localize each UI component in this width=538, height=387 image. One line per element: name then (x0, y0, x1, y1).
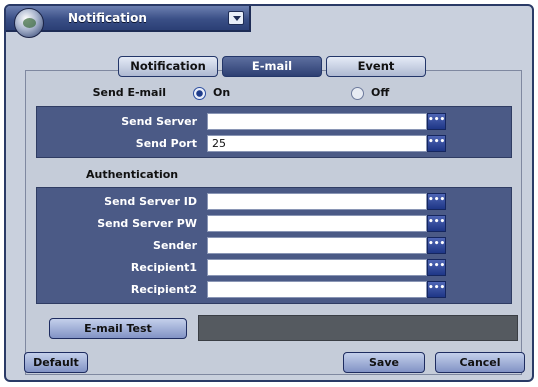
send-server-label: Send Server (121, 115, 197, 128)
default-button[interactable]: Default (24, 352, 88, 373)
sender-keyboard-button[interactable]: ••• (427, 237, 446, 254)
window-title: Notification (68, 11, 147, 25)
send-server-pw-input[interactable] (207, 215, 427, 232)
recipient1-keyboard-button[interactable]: ••• (427, 259, 446, 276)
recipient2-label: Recipient2 (130, 283, 197, 296)
send-server-id-label: Send Server ID (104, 195, 197, 208)
recipient1-label: Recipient1 (130, 261, 197, 274)
send-server-id-input[interactable] (207, 193, 427, 210)
recipient1-input[interactable] (207, 259, 427, 276)
notification-window: Notification Notification E-mail Event S… (4, 4, 534, 382)
title-bar: Notification (6, 6, 251, 38)
send-email-on-label: On (213, 86, 231, 99)
send-server-keyboard-button[interactable]: ••• (427, 113, 446, 130)
tab-notification[interactable]: Notification (118, 56, 218, 77)
recipient2-input[interactable] (207, 281, 427, 298)
email-settings-panel: Send E-mail On Off Send Server ••• Send … (25, 70, 522, 375)
sender-label: Sender (153, 239, 197, 252)
send-email-off-radio[interactable] (351, 87, 364, 100)
menu-dropdown-icon[interactable] (228, 11, 244, 25)
email-test-button[interactable]: E-mail Test (49, 318, 187, 339)
server-panel: Send Server ••• Send Port ••• (36, 106, 512, 158)
globe-logo-icon (14, 8, 44, 38)
send-port-keyboard-button[interactable]: ••• (427, 135, 446, 152)
email-test-result-box (198, 315, 518, 341)
authentication-heading: Authentication (86, 168, 179, 181)
send-server-pw-keyboard-button[interactable]: ••• (427, 215, 446, 232)
send-email-off-label: Off (371, 86, 390, 99)
send-email-on-radio[interactable] (193, 87, 206, 100)
sender-input[interactable] (207, 237, 427, 254)
cancel-button[interactable]: Cancel (435, 352, 525, 373)
save-button[interactable]: Save (343, 352, 425, 373)
send-server-id-keyboard-button[interactable]: ••• (427, 193, 446, 210)
authentication-panel: Send Server ID ••• Send Server PW ••• Se… (36, 187, 512, 304)
send-server-input[interactable] (207, 113, 427, 130)
send-port-label: Send Port (135, 137, 197, 150)
send-email-label: Send E-mail (92, 86, 166, 99)
send-port-input[interactable] (207, 135, 427, 152)
recipient2-keyboard-button[interactable]: ••• (427, 281, 446, 298)
tab-bar: Notification E-mail Event (118, 56, 426, 77)
send-server-pw-label: Send Server PW (97, 217, 197, 230)
tab-event[interactable]: Event (326, 56, 426, 77)
tab-email[interactable]: E-mail (222, 56, 322, 77)
